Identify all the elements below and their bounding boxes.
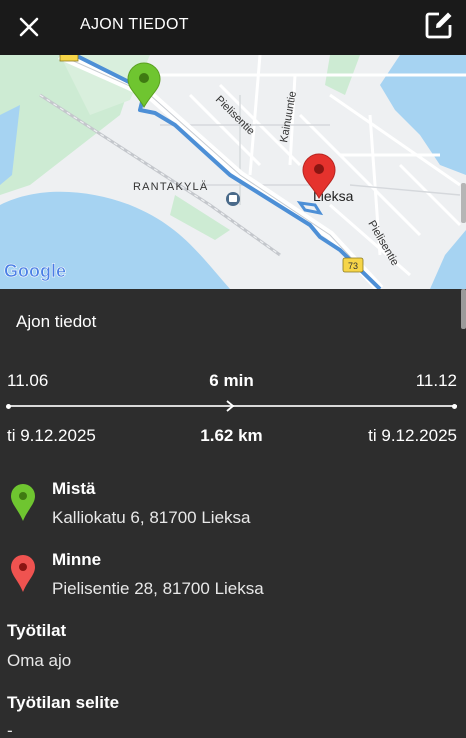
section-title: Ajon tiedot: [16, 312, 97, 331]
map-label-rantakyla: RANTAKYLÄ: [133, 181, 208, 193]
timeline-start-dot: [6, 404, 11, 409]
scrollbar[interactable]: [461, 289, 466, 329]
timeline-end-dot: [452, 404, 457, 409]
end-time: 11.12: [415, 371, 457, 390]
trip-details-sheet: Ajon tiedot 11.06 6 min 11.12 ti 9.12.20…: [0, 289, 466, 738]
timeline-dates: ti 9.12.2025 1.62 km ti 9.12.2025: [0, 426, 466, 450]
worksite-label: Työtilat: [7, 621, 67, 640]
close-icon[interactable]: [14, 12, 44, 42]
to-label: Minne: [52, 550, 102, 569]
end-location-icon: [11, 555, 35, 592]
route-map[interactable]: Pielisentie Kainuuntie RANTAKYLÄ Lieksa …: [0, 55, 466, 289]
worksite-note-value: -: [7, 721, 13, 738]
worksite-value: Oma ajo: [7, 651, 72, 670]
edit-icon[interactable]: [423, 9, 455, 41]
chevron-right-icon: [226, 400, 235, 412]
from-address: Kalliokatu 6, 81700 Lieksa: [52, 508, 251, 527]
to-address: Pielisentie 28, 81700 Lieksa: [52, 579, 264, 598]
map-canvas[interactable]: Pielisentie Kainuuntie RANTAKYLÄ Lieksa …: [0, 55, 466, 289]
google-logo: Google: [4, 261, 66, 281]
timeline-times: 11.06 6 min 11.12: [0, 371, 466, 395]
road-shield-label: 73: [348, 261, 358, 271]
app-bar: AJON TIEDOT: [0, 0, 466, 55]
end-date: ti 9.12.2025: [368, 426, 457, 445]
from-label: Mistä: [52, 479, 96, 498]
worksite-note-label: Työtilan selite: [7, 693, 120, 712]
trip-duration: 6 min: [209, 371, 254, 390]
start-location-icon: [11, 484, 35, 521]
page-title: AJON TIEDOT: [80, 16, 189, 33]
